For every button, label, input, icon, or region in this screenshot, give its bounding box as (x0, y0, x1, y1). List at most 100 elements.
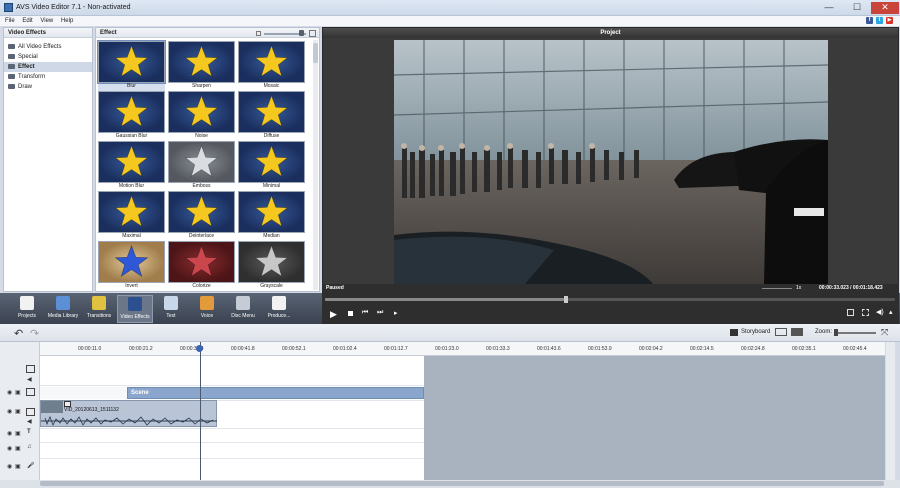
category-special[interactable]: Special (4, 52, 92, 62)
effect-tile[interactable]: Sharpen (168, 41, 235, 91)
zoom-slider[interactable] (834, 332, 876, 334)
play-button[interactable]: ▶ (330, 309, 337, 320)
category-draw[interactable]: Draw (4, 82, 92, 92)
speed-slider[interactable] (762, 288, 792, 289)
maximize-button[interactable]: ☐ (843, 2, 871, 14)
toolbar-button-text[interactable]: Text (153, 295, 189, 323)
effect-tile[interactable]: Deinterlace (168, 191, 235, 241)
effect-thumbnail (98, 141, 165, 183)
menu-view[interactable]: View (40, 16, 53, 26)
effect-tile[interactable]: Minimal (238, 141, 305, 191)
scene-clip[interactable]: Scene (127, 387, 424, 399)
zoom-handle[interactable] (834, 329, 838, 336)
toolbar-button-projects[interactable]: Projects (9, 295, 45, 323)
lock-icon[interactable]: ▣ (15, 445, 21, 452)
toolbar-button-media-library[interactable]: Media Library (45, 295, 81, 323)
timeline-vertical-scrollbar[interactable] (886, 342, 895, 480)
library-icon (56, 296, 70, 310)
fullscreen-arrow-icon[interactable]: ▴ (889, 308, 893, 316)
lock-icon[interactable]: ▣ (15, 463, 21, 470)
menu-edit[interactable]: Edit (22, 16, 32, 26)
effect-label: Diffuse (263, 133, 280, 139)
video-clip[interactable]: VID_20120613_1511132 (40, 400, 217, 427)
thumb-size-handle[interactable] (299, 30, 304, 36)
audio-mix-icon[interactable] (775, 328, 787, 336)
effect-thumbnail (238, 241, 305, 283)
playhead-line[interactable] (200, 342, 201, 480)
facebook-icon[interactable]: f (866, 17, 873, 24)
twitter-icon[interactable]: t (876, 17, 883, 24)
close-button[interactable]: ✕ (871, 2, 899, 14)
stop-button[interactable] (348, 311, 353, 316)
lock-icon[interactable]: ▣ (15, 408, 21, 415)
video-overlay-track[interactable] (40, 356, 424, 386)
small-thumb-icon (256, 31, 261, 36)
effect-tile[interactable]: Colorize (168, 241, 235, 291)
effects-grid-panel: Effect Blur Sharpen Mosaic Gaussian Blur Noi… (95, 27, 320, 292)
redo-button[interactable]: ↷ (30, 327, 39, 340)
playhead-handle[interactable] (196, 345, 203, 352)
visibility-icon[interactable]: ◉ (7, 445, 12, 452)
category-transform[interactable]: Transform (4, 72, 92, 82)
effect-tile[interactable]: Invert (98, 241, 165, 291)
volume-icon[interactable]: ◀) (876, 308, 884, 316)
effect-tile[interactable]: Gaussian Blur (98, 91, 165, 141)
video-preview[interactable] (394, 40, 828, 285)
storyboard-button[interactable]: Storyboard (741, 329, 770, 335)
effect-tile[interactable]: Blur (97, 40, 166, 91)
crop-icon[interactable] (862, 309, 869, 316)
effects-scrollbar[interactable] (313, 40, 318, 290)
category-effect[interactable]: Effect (4, 62, 92, 72)
lock-icon[interactable]: ▣ (15, 389, 21, 396)
track-divider (40, 458, 424, 459)
toolbar-button-transitions[interactable]: Transitions (81, 295, 117, 323)
star-icon (239, 92, 304, 132)
snapshot-icon[interactable] (847, 309, 854, 316)
effect-tile[interactable]: Mosaic (238, 41, 305, 91)
effect-thumbnail (238, 191, 305, 233)
menu-file[interactable]: File (5, 16, 15, 26)
effect-tile[interactable]: Emboss (168, 141, 235, 191)
toolbar-button-video-effects[interactable]: Video Effects (117, 295, 153, 323)
effect-tile[interactable]: Diffuse (238, 91, 305, 141)
visibility-icon[interactable]: ◉ (7, 430, 12, 437)
audio-waveform (41, 415, 217, 426)
timeline-ruler[interactable]: 00:00:11.0 00:00:21.2 00:00:31.4 00:00:41.8… (40, 342, 885, 356)
menu-help[interactable]: Help (61, 16, 73, 26)
effect-tile[interactable]: Grayscale (238, 241, 305, 291)
disc-icon (236, 296, 250, 310)
category-all-video-effects[interactable]: All Video Effects (4, 42, 92, 52)
clip-thumbnail (41, 401, 63, 413)
effect-thumbnail (238, 91, 305, 133)
timeline-horizontal-scrollbar[interactable] (0, 480, 900, 488)
lock-icon[interactable]: ▣ (15, 430, 21, 437)
effect-tile[interactable]: Noise (168, 91, 235, 141)
effect-tile[interactable]: Median (238, 191, 305, 241)
previous-frame-button[interactable]: ⏮ (362, 309, 368, 317)
seek-handle[interactable] (564, 296, 569, 303)
undo-button[interactable]: ↶ (14, 327, 23, 340)
effect-tile[interactable]: Maximal (98, 191, 165, 241)
effect-thumbnail (168, 191, 235, 233)
visibility-icon[interactable]: ◉ (7, 408, 12, 415)
youtube-icon[interactable]: ▶ (886, 17, 893, 24)
timeline-empty-area (424, 356, 885, 480)
next-frame-button[interactable]: ⏭ (377, 309, 383, 317)
visibility-icon[interactable]: ◉ (7, 463, 12, 470)
seek-bar[interactable] (325, 298, 895, 301)
toolbar-button-voice[interactable]: Voice (189, 295, 225, 323)
effects-scroll-thumb[interactable] (313, 43, 318, 63)
toolbar-button-produce[interactable]: Produce... (261, 295, 297, 323)
effect-tile[interactable]: Motion Blur (98, 141, 165, 191)
aspect-ratio-icon[interactable] (791, 328, 803, 336)
step-forward-button[interactable]: ▸ (394, 309, 398, 317)
ruler-tick-label: 00:02:35.1 (792, 346, 816, 352)
fit-timeline-icon[interactable]: ⤧ (881, 327, 888, 338)
minimize-button[interactable]: — (815, 2, 843, 14)
timeline-scroll-thumb[interactable] (40, 481, 884, 486)
timeline-tracks[interactable]: Scene VID_20120613_1511132 (40, 342, 424, 480)
ruler-tick-label: 00:02:24.8 (741, 346, 765, 352)
visibility-icon[interactable]: ◉ (7, 389, 12, 396)
playback-status-bar: Paused 1x 00:00:33.023 / 00:01:18.423 (322, 284, 899, 293)
toolbar-button-disc-menu[interactable]: Disc Menu (225, 295, 261, 323)
